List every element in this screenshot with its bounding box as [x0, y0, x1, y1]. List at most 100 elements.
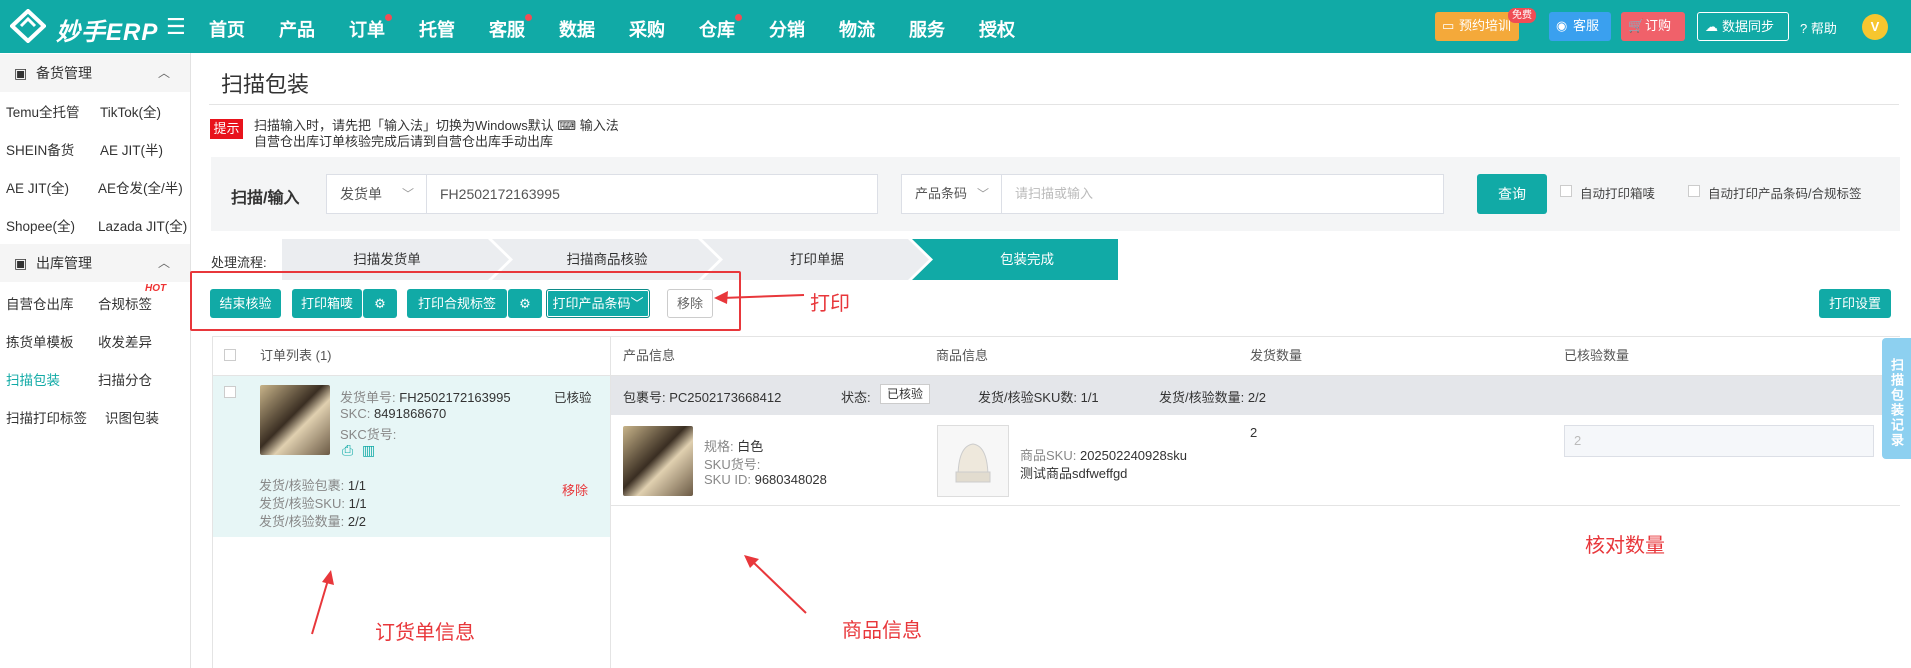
scan-record-side-tab[interactable]: 扫描包装记录 — [1882, 338, 1911, 459]
sidebar-section-outbound[interactable]: ▣ 出库管理 ︿ — [0, 244, 190, 282]
package-qty-value: 2/2 — [1247, 390, 1266, 405]
order-checkbox[interactable] — [224, 386, 236, 398]
col-goods-info: 商品信息 — [936, 348, 989, 363]
sidebar-item-image-pack[interactable]: 识图包装 — [105, 407, 159, 427]
nav-services[interactable]: 服务 — [909, 16, 945, 42]
sidebar-item-ae-jit-full[interactable]: AE JIT(全) — [6, 177, 69, 197]
stat-qty-value: 2/2 — [347, 514, 366, 529]
order-button[interactable]: 🛒 订购 — [1621, 12, 1685, 41]
skc-value: 8491868670 — [373, 406, 447, 421]
package-number-value: PC2502173668412 — [669, 390, 782, 405]
package-state-label: 状态: — [841, 390, 871, 405]
order-number-input[interactable]: FH2502172163995 — [426, 174, 878, 214]
query-button[interactable]: 查询 — [1477, 174, 1547, 214]
order-remove-link[interactable]: 移除 — [562, 480, 588, 499]
col-checked-qty: 已核验数量 — [1564, 348, 1630, 363]
sidebar-section-stock[interactable]: ▣ 备货管理 ︿ — [0, 54, 190, 92]
sidebar-item-picklist-template[interactable]: 拣货单模板 — [6, 331, 74, 351]
goods-image — [937, 425, 1009, 497]
sidebar-section-label: 出库管理 — [36, 255, 92, 271]
skc-label: SKC: — [340, 406, 371, 421]
sidebar-item-scan-pack[interactable]: 扫描包装 — [6, 369, 60, 389]
menu-toggle-icon[interactable]: ☰ — [166, 14, 186, 40]
training-button[interactable]: ▭ 预约培训 — [1435, 12, 1519, 41]
nav-logistics[interactable]: 物流 — [839, 16, 875, 42]
barcode-type-select[interactable]: 产品条码 ﹀ — [901, 174, 1002, 214]
package-sku-count: 发货/核验SKU数: 1/1 — [978, 387, 1099, 406]
sidebar: ▣ 备货管理 ︿ Temu全托管 TikTok(全) SHEIN备货 AE JI… — [0, 53, 191, 668]
stat-packages-label: 发货/核验包裹: — [259, 478, 345, 493]
sku-id-row: SKU ID: 9680348028 — [704, 472, 827, 487]
sidebar-item-ae-jit-half[interactable]: AE JIT(半) — [100, 139, 163, 159]
product-image — [623, 426, 693, 496]
row-border — [611, 505, 1900, 506]
nav-warehouse[interactable]: 仓库 — [699, 14, 742, 42]
help-link[interactable]: ? 帮助 — [1800, 18, 1837, 37]
skc-row: SKC: 8491868670 — [340, 406, 446, 421]
nav-service-label: 客服 — [489, 20, 525, 40]
nav-orders[interactable]: 订单 — [349, 14, 392, 42]
tip-line-2: 自营仓出库订单核验完成后请到自营仓出库手动出库 — [254, 134, 554, 149]
nav-hosting[interactable]: 托管 — [419, 16, 455, 42]
nav-authorization[interactable]: 授权 — [979, 16, 1015, 42]
checked-qty-input[interactable]: 2 — [1564, 425, 1874, 457]
help-icon: ? — [1800, 21, 1808, 36]
order-label: 订购 — [1645, 18, 1672, 33]
sku-no-label: SKU货号: — [704, 457, 761, 472]
spec-row: 规格: 白色 — [704, 436, 763, 455]
sidebar-item-ae-warehouse[interactable]: AE仓发(全/半) — [98, 177, 183, 197]
print-settings-button[interactable]: 打印设置 — [1819, 289, 1891, 318]
order-type-select[interactable]: 发货单 ﹀ — [326, 174, 427, 214]
step-print-docs: 打印单据 — [790, 252, 844, 267]
nav-home[interactable]: 首页 — [209, 16, 245, 42]
print-icon[interactable]: ⎙ — [342, 442, 353, 459]
sidebar-item-shein[interactable]: SHEIN备货 — [6, 139, 74, 159]
hot-badge: HOT — [145, 283, 167, 294]
sidebar-item-scan-print-label[interactable]: 扫描打印标签 — [6, 407, 87, 427]
auto-print-label-label: 自动打印产品条码/合规标签 — [1708, 187, 1862, 201]
annotation-product-info: 商品信息 — [842, 620, 922, 642]
nav-distribution[interactable]: 分销 — [769, 16, 805, 42]
sidebar-item-tiktok[interactable]: TikTok(全) — [100, 101, 161, 121]
sidebar-item-temu[interactable]: Temu全托管 — [6, 101, 80, 121]
nav-products[interactable]: 产品 — [279, 16, 315, 42]
col-product-info: 产品信息 — [623, 348, 676, 363]
annotation-box-print — [190, 271, 741, 331]
page-title: 扫描包装 — [221, 72, 310, 97]
chevron-up-icon: ︿ — [157, 256, 170, 270]
main-content: 扫描包装 提示 扫描输入时，请先把「输入法」切换为Windows默认 ⌨ 输入法… — [190, 53, 1911, 668]
flow-label: 处理流程: — [211, 255, 267, 270]
order-list-header: 订单列表 (1) — [260, 348, 332, 363]
select-all-checkbox[interactable] — [224, 349, 236, 361]
help-label: 帮助 — [1810, 21, 1837, 36]
barcode-icon[interactable]: ▥ — [362, 442, 375, 459]
sidebar-item-shopee[interactable]: Shopee(全) — [6, 215, 75, 235]
nav-data[interactable]: 数据 — [559, 16, 595, 42]
sidebar-item-compliance-label[interactable]: 合规标签 — [98, 293, 152, 313]
package-number-label: 包裹号: — [623, 390, 666, 405]
tip-badge: 提示 — [210, 119, 243, 139]
auto-print-label-checkbox[interactable] — [1688, 185, 1700, 197]
sidebar-item-discrepancy[interactable]: 收发差异 — [98, 331, 152, 351]
annotation-arrow-print — [714, 291, 805, 304]
package-number: 包裹号: PC2502173668412 — [623, 387, 781, 406]
goods-sku-value: 202502240928sku — [1079, 448, 1187, 463]
package-state-badge: 已核验 — [880, 384, 931, 404]
data-sync-label: 数据同步 — [1722, 19, 1775, 34]
stat-qty-label: 发货/核验数量: — [259, 514, 345, 529]
sidebar-item-self-outbound[interactable]: 自营仓出库 — [6, 293, 74, 313]
nav-service[interactable]: 客服 — [489, 14, 532, 42]
service-button[interactable]: ◉ 客服 — [1549, 12, 1611, 41]
logo-text: 妙手ERP — [56, 19, 159, 46]
avatar[interactable]: V — [1862, 14, 1888, 40]
data-sync-button[interactable]: ☁ 数据同步 — [1697, 12, 1789, 41]
barcode-input[interactable]: 请扫描或输入 — [1001, 174, 1444, 214]
notification-dot — [525, 14, 532, 21]
goods-sku-row: 商品SKU: 202502240928sku — [1020, 445, 1187, 464]
service-label: 客服 — [1573, 18, 1600, 33]
sidebar-item-scan-split[interactable]: 扫描分仓 — [98, 369, 152, 389]
sidebar-section-label: 备货管理 — [36, 65, 92, 81]
auto-print-box-checkbox[interactable] — [1560, 185, 1572, 197]
nav-purchase[interactable]: 采购 — [629, 16, 665, 42]
sidebar-item-lazada[interactable]: Lazada JIT(全) — [98, 215, 187, 235]
